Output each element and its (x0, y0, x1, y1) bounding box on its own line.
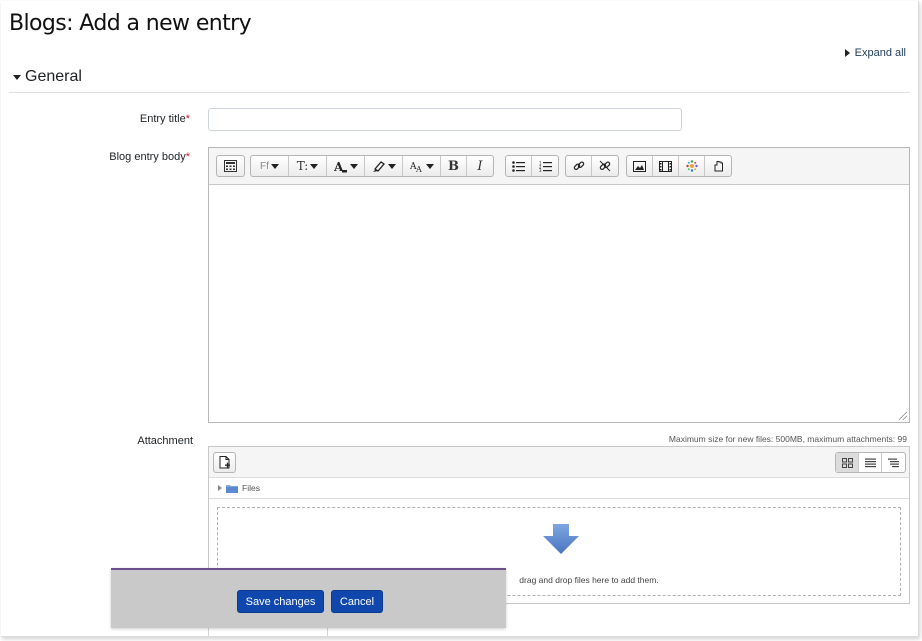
tree-view-icon (888, 458, 899, 467)
link-icon (573, 161, 584, 171)
toolbar-group-files (626, 155, 732, 177)
toolbar-group-links (565, 155, 619, 177)
link-button[interactable] (566, 156, 592, 176)
view-switcher (835, 452, 906, 473)
add-file-button[interactable] (213, 452, 236, 473)
editor-toolbar: Ff T: A A A B I 1 2 3 (209, 148, 909, 185)
highlighter-icon (372, 160, 385, 172)
resize-handle[interactable] (899, 412, 907, 420)
hand-icon (714, 161, 723, 172)
files-root-label[interactable]: Files (242, 483, 260, 493)
expand-all-label: Expand all (854, 47, 906, 59)
film-icon (659, 160, 672, 172)
section-divider (9, 92, 910, 93)
required-marker: * (185, 113, 190, 125)
font-color-dropdown[interactable]: A (327, 156, 365, 176)
save-changes-button[interactable]: Save changes (237, 590, 324, 613)
svg-text:3: 3 (539, 168, 542, 172)
unlink-button[interactable] (592, 156, 618, 176)
manage-files-button[interactable] (705, 156, 731, 176)
font-family-label: Ff (260, 160, 269, 172)
file-path-breadcrumb: Files (209, 478, 909, 499)
chevron-down-icon (387, 163, 396, 169)
section-general-toggle[interactable]: General (13, 68, 82, 86)
list-view-icon (864, 458, 876, 467)
bullet-list-icon (512, 160, 525, 172)
h5p-icon (685, 160, 698, 172)
insert-h5p-button[interactable] (679, 156, 705, 176)
max-size-info: Maximum size for new files: 500MB, maxim… (668, 434, 907, 444)
background-color-dropdown[interactable] (365, 156, 403, 176)
toolbar-group-list: 1 2 3 (505, 155, 559, 177)
chevron-down-icon (270, 163, 279, 169)
rich-text-editor: Ff T: A A A B I 1 2 3 (208, 147, 910, 423)
required-marker: * (185, 151, 190, 163)
expand-all-link[interactable]: Expand all (844, 47, 906, 59)
italic-button[interactable]: I (467, 156, 493, 176)
text-direction-icon: A A (410, 162, 422, 173)
cancel-button[interactable]: Cancel (331, 590, 383, 613)
font-color-icon: A (334, 160, 347, 173)
unordered-list-button[interactable] (506, 156, 532, 176)
entry-title-input[interactable] (208, 108, 682, 131)
insert-media-button[interactable] (653, 156, 679, 176)
view-icons-button[interactable] (836, 453, 859, 472)
font-size-label: T: (296, 159, 309, 173)
font-size-dropdown[interactable]: T: (289, 156, 327, 176)
page-title: Blogs: Add a new entry (9, 11, 252, 36)
image-icon (633, 160, 646, 172)
show-more-icon (224, 160, 237, 172)
svg-text:A: A (415, 165, 422, 173)
toolbar-group-collapse (216, 155, 245, 177)
triangle-right-icon (844, 49, 850, 57)
drop-arrow-icon (543, 524, 579, 554)
unlink-icon (599, 160, 611, 172)
text-direction-dropdown[interactable]: A A (403, 156, 441, 176)
view-details-button[interactable] (859, 453, 882, 472)
add-file-icon (219, 456, 230, 469)
chevron-down-icon (425, 163, 434, 169)
font-family-dropdown[interactable]: Ff (251, 156, 289, 176)
section-general-title: General (25, 68, 82, 85)
numbered-list-icon: 1 2 3 (539, 161, 552, 172)
entry-title-label: Entry title* (139, 113, 190, 125)
folder-icon (226, 484, 238, 493)
toolbar-group-style: Ff T: A A A B I (250, 155, 494, 177)
insert-image-button[interactable] (627, 156, 653, 176)
ordered-list-button[interactable]: 1 2 3 (532, 156, 558, 176)
file-manager-toolbar (209, 447, 909, 478)
chevron-down-icon (349, 163, 358, 169)
attachment-label: Attachment (137, 435, 193, 447)
view-tree-button[interactable] (882, 453, 905, 472)
editor-content-area[interactable] (209, 185, 909, 422)
chevron-down-icon (310, 163, 319, 169)
page-frame: Blogs: Add a new entry Expand all Genera… (1, 1, 919, 637)
blog-body-label: Blog entry body* (109, 151, 190, 163)
sticky-footer: Save changes Cancel (111, 568, 506, 628)
triangle-down-icon (13, 74, 21, 80)
grid-view-icon (841, 457, 853, 468)
show-more-buttons[interactable] (217, 156, 244, 176)
triangle-right-icon (218, 485, 222, 491)
bold-button[interactable]: B (441, 156, 467, 176)
